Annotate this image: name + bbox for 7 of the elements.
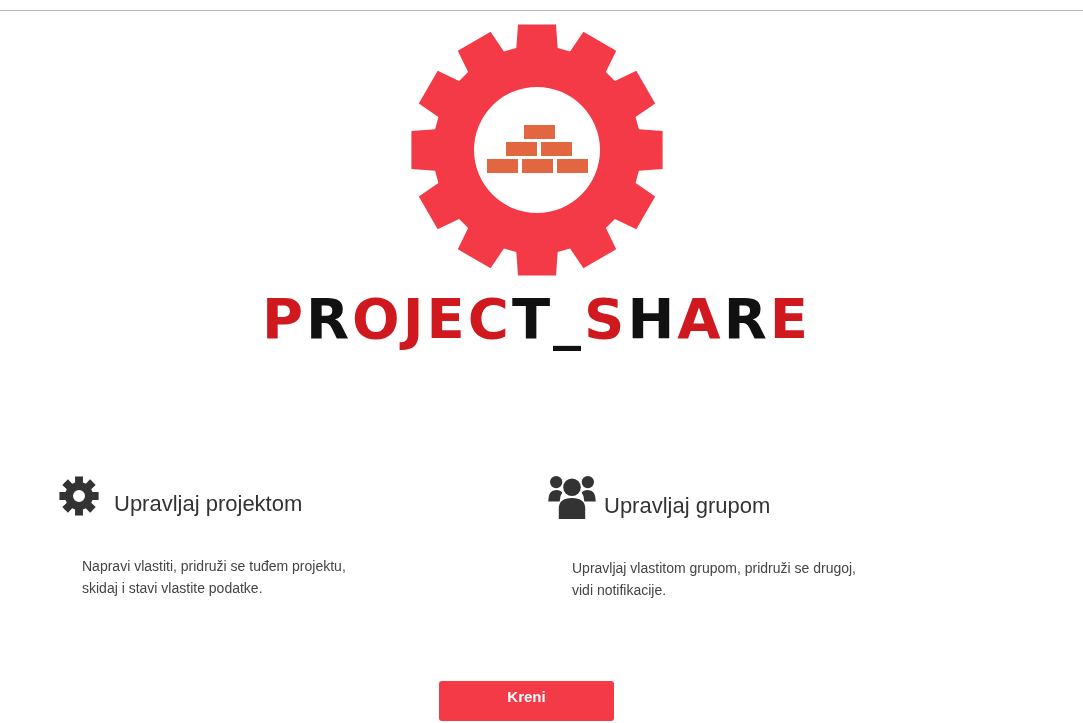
feature-title: Upravljaj projektom xyxy=(114,491,303,517)
group-icon xyxy=(548,475,596,519)
feature-description: Upravljaj vlastitom grupom, pridruži se drugoj, vidi notifikacije. xyxy=(572,559,857,600)
feature-description: Napravi vlastiti, pridruži se tuđem projektu, skidaj i stavi vlastite podatke. xyxy=(82,557,347,598)
feature-title: Upravljaj grupom xyxy=(604,493,771,519)
settings-icon xyxy=(58,475,100,517)
start-button[interactable]: Kreni xyxy=(439,681,614,721)
